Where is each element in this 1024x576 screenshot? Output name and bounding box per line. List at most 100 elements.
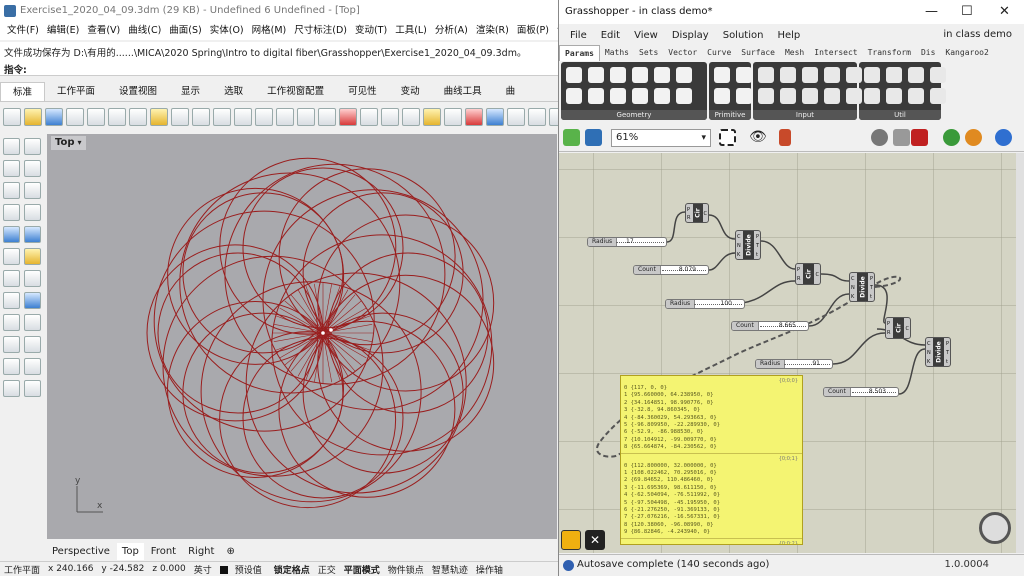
menu-dimension[interactable]: 尺寸标注(D) [290, 22, 351, 40]
side-tool-icon[interactable] [24, 204, 41, 221]
pin-input[interactable]: K [927, 359, 930, 365]
shade-icon[interactable] [360, 108, 378, 126]
ribbon-component-icon[interactable] [886, 88, 902, 104]
zoom-extents-icon[interactable] [276, 108, 294, 126]
gh-menu-edit[interactable]: Edit [594, 30, 627, 41]
tab-front[interactable]: Front [146, 543, 181, 560]
ribbon-component-icon[interactable] [736, 88, 752, 104]
side-tool-icon[interactable] [24, 160, 41, 177]
ribbon-component-icon[interactable] [758, 67, 774, 83]
pin-output[interactable]: t [946, 359, 948, 365]
gh-tab-surface[interactable]: Surface [736, 45, 780, 61]
circle-component-3[interactable]: P R Cir C [885, 317, 911, 339]
pin-output[interactable]: T [756, 243, 759, 249]
slider-count-1[interactable]: Count 8.079 [633, 265, 709, 275]
side-tool-icon[interactable] [24, 336, 41, 353]
zoom-selected-icon[interactable] [297, 108, 315, 126]
material-preview-icon[interactable] [965, 129, 982, 146]
open-file-icon[interactable] [24, 108, 42, 126]
ribbon-component-icon[interactable] [864, 67, 880, 83]
toggle-osnap[interactable]: 物件锁点 [384, 563, 428, 576]
ribbon-component-icon[interactable] [802, 67, 818, 83]
four-views-icon[interactable] [318, 108, 336, 126]
menu-curve[interactable]: 曲线(C) [124, 22, 165, 40]
side-tool-icon[interactable] [3, 204, 20, 221]
menu-render[interactable]: 渲染(R) [472, 22, 513, 40]
toggle-grid-snap[interactable]: 锁定格点 [270, 563, 314, 576]
side-tool-icon[interactable] [24, 292, 41, 309]
ribbon-component-icon[interactable] [632, 67, 648, 83]
ribbon-component-icon[interactable] [886, 67, 902, 83]
status-layer[interactable]: 预设值 [216, 563, 270, 576]
pin-input[interactable]: C [851, 276, 855, 282]
side-tool-icon[interactable] [24, 226, 41, 243]
side-tool-icon[interactable] [24, 138, 41, 155]
side-tool-icon[interactable] [3, 138, 20, 155]
tab-curve-tools[interactable]: 曲线工具 [432, 82, 494, 101]
tab-transform[interactable]: 变动 [389, 82, 432, 101]
pin-output[interactable]: C [816, 272, 820, 278]
ribbon-component-icon[interactable] [780, 88, 796, 104]
bake-icon[interactable] [943, 129, 960, 146]
ribbon-component-icon[interactable] [610, 67, 626, 83]
save-icon[interactable] [45, 108, 63, 126]
pin-input[interactable]: R [797, 276, 800, 282]
color-wheel-icon[interactable] [486, 108, 504, 126]
menu-transform[interactable]: 变动(T) [351, 22, 391, 40]
circle-component-1[interactable]: P R Cir C [685, 203, 709, 223]
menu-file[interactable]: 文件(F) [3, 22, 43, 40]
ribbon-component-icon[interactable] [632, 88, 648, 104]
pin-input[interactable]: N [851, 285, 855, 291]
gh-menu-view[interactable]: View [627, 30, 665, 41]
markov-widget-icon[interactable] [561, 530, 581, 550]
gh-tab-kangaroo2[interactable]: Kangaroo2 [940, 45, 993, 61]
viewport-label[interactable]: Top [51, 136, 86, 150]
side-tool-icon[interactable] [3, 160, 20, 177]
car-icon[interactable] [339, 108, 357, 126]
ribbon-component-icon[interactable] [930, 67, 946, 83]
gh-tab-maths[interactable]: Maths [600, 45, 634, 61]
pin-input[interactable]: P [687, 207, 690, 213]
slider-count-3[interactable]: Count 8.503 [823, 387, 899, 397]
ribbon-component-icon[interactable] [758, 88, 774, 104]
side-tool-icon[interactable] [3, 292, 20, 309]
paste-icon[interactable] [150, 108, 168, 126]
pin-output[interactable]: P [756, 234, 759, 240]
side-tool-icon[interactable] [3, 358, 20, 375]
light-icon[interactable] [423, 108, 441, 126]
side-tool-icon[interactable] [24, 248, 41, 265]
tab-visibility[interactable]: 可见性 [336, 82, 389, 101]
menu-view[interactable]: 查看(V) [83, 22, 124, 40]
divide-component-1[interactable]: C N K Divide P T t [735, 230, 761, 260]
side-tool-icon[interactable] [3, 270, 20, 287]
pin-input[interactable]: N [927, 350, 931, 356]
tab-right[interactable]: Right [183, 543, 219, 560]
menu-surface[interactable]: 曲面(S) [165, 22, 205, 40]
material-icon[interactable] [465, 108, 483, 126]
gh-menu-solution[interactable]: Solution [716, 30, 771, 41]
pin-output[interactable]: T [946, 350, 949, 356]
properties-icon[interactable] [507, 108, 525, 126]
preview-wire-icon[interactable] [871, 129, 888, 146]
side-tool-icon[interactable] [24, 314, 41, 331]
data-panel[interactable]: {0;0;0} 0 {117, 0, 0} 1 {95.660000, 64.238… [620, 375, 803, 545]
slider-count-2[interactable]: Count 8.665 [731, 321, 809, 331]
gh-canvas-scrollbar[interactable] [1016, 153, 1024, 553]
pin-input[interactable]: N [737, 243, 741, 249]
save-document-icon[interactable] [585, 129, 602, 146]
side-tool-icon[interactable] [24, 182, 41, 199]
pin-input[interactable]: C [927, 341, 931, 347]
top-viewport[interactable]: Top y x [47, 134, 557, 539]
slider-radius-3[interactable]: Radius 91 [755, 359, 833, 369]
ribbon-component-icon[interactable] [654, 67, 670, 83]
tab-viewport-layout[interactable]: 工作视窗配置 [255, 82, 336, 101]
pin-output[interactable]: t [870, 294, 872, 300]
gh-tab-transform[interactable]: Transform [863, 45, 916, 61]
minimize-button[interactable]: — [925, 0, 938, 24]
divide-component-3[interactable]: C N K Divide P T t [925, 337, 951, 367]
add-viewport-icon[interactable]: ⊕ [221, 543, 239, 560]
ribbon-component-icon[interactable] [824, 88, 840, 104]
tab-display[interactable]: 显示 [169, 82, 212, 101]
side-tool-icon[interactable] [3, 314, 20, 331]
ribbon-component-icon[interactable] [654, 88, 670, 104]
